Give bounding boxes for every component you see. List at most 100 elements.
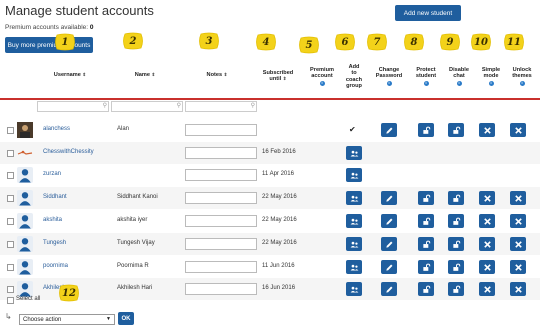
ok-button[interactable]: OK [118,312,134,325]
username-link[interactable]: poornima [43,263,68,269]
change-password-button[interactable] [381,237,397,251]
info-icon[interactable]: i [519,80,525,86]
add-to-coach-group-button[interactable] [346,282,362,296]
avatar [17,281,33,297]
row-checkbox[interactable] [7,150,14,157]
add-to-coach-group-button[interactable] [346,146,362,160]
protect-student-button[interactable] [418,123,434,137]
protect-student-button[interactable] [418,282,434,296]
add-to-coach-group-button[interactable] [346,214,362,228]
name-filter-input[interactable]: ⚲ [111,101,183,112]
student-name: Siddhant Kanoi [117,194,158,200]
step-marker: 8 [403,33,425,51]
username-link[interactable]: alanchess [43,126,70,132]
add-to-coach-group-button[interactable] [346,191,362,205]
simple-mode-button[interactable] [479,260,495,274]
col-protect-student: Protect student i [415,67,437,86]
change-password-button[interactable] [381,123,397,137]
table-header: Username ⇕ Name ⇕ Notes ⇕ Subscribed unt… [0,58,540,100]
avatar [17,190,33,206]
change-password-button[interactable] [381,191,397,205]
search-icon: ⚲ [102,103,107,109]
notes-input[interactable] [185,169,257,181]
simple-mode-button[interactable] [479,191,495,205]
student-name: akshita iyer [117,217,148,223]
username-filter-input[interactable]: ⚲ [37,101,109,112]
username-link[interactable]: akshita [43,217,62,223]
row-checkbox[interactable] [7,195,14,202]
notes-input[interactable] [185,261,257,273]
subscribed-until: 16 Jun 2016 [262,285,296,291]
add-to-coach-group-button[interactable] [346,237,362,251]
subscribed-until: 11 Jun 2016 [262,263,295,269]
change-password-button[interactable] [381,260,397,274]
username-link[interactable]: zurzan [43,171,61,177]
notes-input[interactable] [185,192,257,204]
username-link[interactable]: Tungesh [43,240,66,246]
info-icon[interactable]: i [423,80,429,86]
protect-student-button[interactable] [418,237,434,251]
table-row: akshita akshita iyer 22 May 2016 [0,210,540,232]
col-notes[interactable]: Notes ⇕ [200,72,234,78]
protect-student-button[interactable] [418,191,434,205]
row-checkbox[interactable] [7,172,14,179]
add-to-coach-group-button[interactable] [346,260,362,274]
unlock-themes-button[interactable] [510,237,526,251]
simple-mode-button[interactable] [479,237,495,251]
disable-chat-button[interactable] [448,123,464,137]
info-icon[interactable]: i [456,80,462,86]
arrow-return-icon: ↳ [5,312,12,321]
simple-mode-button[interactable] [479,123,495,137]
change-password-button[interactable] [381,214,397,228]
unlock-themes-button[interactable] [510,282,526,296]
disable-chat-button[interactable] [448,237,464,251]
select-all-checkbox[interactable] [7,297,14,304]
unlock-themes-button[interactable] [510,191,526,205]
bulk-action-select[interactable]: Choose action ▼ [19,314,115,325]
avatar [17,145,33,161]
notes-filter-input[interactable]: ⚲ [185,101,257,112]
table-row: Akhilesh Akhilesh Hari 16 Jun 2016 [0,278,540,300]
col-subscribed[interactable]: Subscribed until ⇕ [258,70,298,83]
page-title: Manage student accounts [5,3,154,18]
add-student-button[interactable]: Add new student [395,5,461,21]
row-checkbox[interactable] [7,127,14,134]
disable-chat-button[interactable] [448,282,464,296]
col-unlock-themes: Unlock themes i [512,67,532,86]
disable-chat-button[interactable] [448,260,464,274]
username-link[interactable]: Siddhant [43,194,67,200]
unlock-themes-button[interactable] [510,123,526,137]
username-link[interactable]: ChesswithChessity [43,149,94,155]
notes-input[interactable] [185,147,257,159]
row-checkbox[interactable] [7,264,14,271]
disable-chat-button[interactable] [448,214,464,228]
info-icon[interactable]: i [488,80,494,86]
row-checkbox[interactable] [7,241,14,248]
info-icon[interactable]: i [319,80,325,86]
add-to-coach-group-button[interactable] [346,168,362,182]
sort-icon: ⇕ [151,72,156,77]
col-change-password: Change Password i [375,67,403,86]
step-marker: 5 [298,36,320,54]
protect-student-button[interactable] [418,260,434,274]
notes-input[interactable] [185,283,257,295]
subscribed-until: 22 May 2016 [262,194,297,200]
notes-input[interactable] [185,238,257,250]
col-name[interactable]: Name ⇕ [128,72,162,78]
row-checkbox[interactable] [7,286,14,293]
unlock-themes-button[interactable] [510,214,526,228]
protect-student-button[interactable] [418,214,434,228]
notes-input[interactable] [185,124,257,136]
info-icon[interactable]: i [386,80,392,86]
buy-premium-button[interactable]: Buy more premium accounts [5,37,93,53]
simple-mode-button[interactable] [479,282,495,296]
step-marker: 11 [503,33,525,51]
change-password-button[interactable] [381,282,397,296]
row-checkbox[interactable] [7,218,14,225]
table-row: ChesswithChessity 16 Feb 2016 [0,142,540,164]
notes-input[interactable] [185,215,257,227]
simple-mode-button[interactable] [479,214,495,228]
col-username[interactable]: Username ⇕ [50,72,90,78]
unlock-themes-button[interactable] [510,260,526,274]
disable-chat-button[interactable] [448,191,464,205]
